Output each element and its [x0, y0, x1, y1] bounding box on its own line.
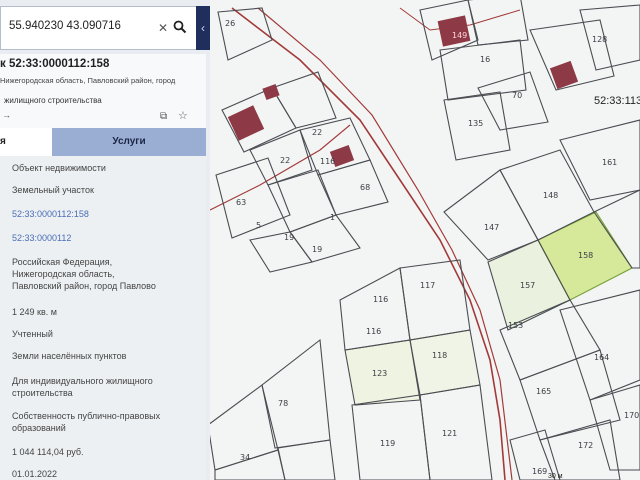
property-value: Российская Федерация, Нижегородская обла…: [12, 257, 156, 291]
parcel-label: 116: [366, 327, 381, 336]
parcel-label: 123: [372, 369, 387, 378]
parcel-label: 22: [312, 128, 322, 137]
search-input[interactable]: [9, 20, 149, 32]
object-card-header: к 52:33:0000112:158 Нижегородская област…: [0, 54, 206, 128]
parcel-label: 34: [240, 453, 250, 462]
parcel-label: 157: [520, 281, 535, 290]
parcel-label: 148: [543, 191, 558, 200]
parcel-label: 169: [532, 467, 547, 476]
object-address: Нижегородская область, Павловский район,…: [0, 76, 176, 85]
parcel-label: 172: [578, 441, 593, 450]
star-icon[interactable]: ☆: [178, 109, 188, 122]
parcel-label: 116: [320, 157, 335, 166]
property-value: 01.01.2022: [12, 469, 58, 479]
parcel-label: 16: [480, 55, 490, 64]
property-value: Для индивидуального жилищного строительс…: [12, 376, 153, 398]
object-purpose: жилищного строительства: [4, 96, 102, 105]
object-title: к 52:33:0000112:158: [0, 58, 110, 70]
copy-icon[interactable]: ⧉: [160, 111, 167, 122]
parcel-label: 1: [330, 213, 335, 222]
parcel-label: 153: [508, 321, 523, 330]
parcel-label: 19: [312, 245, 322, 254]
cadastral-quarter-label: 52:33:113: [594, 95, 640, 107]
parcel-label: 70: [512, 91, 522, 100]
cadastral-number-link[interactable]: 52:33:0000112:158: [12, 208, 192, 220]
collapse-panel-button[interactable]: ‹: [196, 6, 210, 50]
parcel-label: 164: [594, 353, 609, 362]
property-value: 1 249 кв. м: [12, 307, 57, 317]
parcel-label: 170: [624, 411, 639, 420]
property-list: Объект недвижимости Земельный участок 52…: [0, 156, 206, 480]
property-value: Учтенный: [12, 329, 53, 339]
tab-info[interactable]: я: [0, 128, 52, 156]
clear-icon[interactable]: ✕: [158, 21, 168, 35]
parcel-label: 161: [602, 158, 617, 167]
parcel-label: 68: [360, 183, 370, 192]
cadastral-quarter-link[interactable]: 52:33:0000112: [12, 232, 192, 244]
parcel-label: 78: [278, 399, 288, 408]
scale-label: 30 м: [548, 473, 563, 480]
parcel-label: 19: [284, 233, 294, 242]
property-value: Объект недвижимости: [12, 163, 106, 173]
property-value: Собственность публично-правовых образова…: [12, 411, 161, 433]
parcel-label: 63: [236, 198, 246, 207]
search-icon[interactable]: [173, 20, 187, 34]
parcel-label: 135: [468, 119, 483, 128]
parcel-label: 5: [256, 221, 261, 230]
arrow-right-icon[interactable]: →: [2, 110, 11, 120]
parcel-label: 165: [536, 387, 551, 396]
parcel-label: 119: [380, 439, 395, 448]
parcel-label: 26: [225, 19, 235, 28]
property-value: Земли населённых пунктов: [12, 351, 127, 361]
parcel-label: 149: [452, 31, 467, 40]
parcel-label: 128: [592, 35, 607, 44]
parcel-label: 158: [578, 251, 593, 260]
search-box: ✕: [0, 6, 196, 50]
tab-services[interactable]: Услуги: [52, 128, 206, 156]
property-value: 1 044 114,04 руб.: [12, 447, 84, 457]
parcel-label: 22: [280, 156, 290, 165]
parcel-label: 121: [442, 429, 457, 438]
parcel-label: 147: [484, 223, 499, 232]
info-panel: ✕ ‹ к 52:33:0000112:158 Нижегородская об…: [0, 0, 210, 480]
property-value: Земельный участок: [12, 185, 94, 195]
parcel-label: 116: [373, 295, 388, 304]
parcel-label: 118: [432, 351, 447, 360]
chevron-left-icon: ‹: [201, 21, 205, 35]
parcel-label: 117: [420, 281, 435, 290]
panel-tabs: я Услуги: [0, 128, 206, 156]
